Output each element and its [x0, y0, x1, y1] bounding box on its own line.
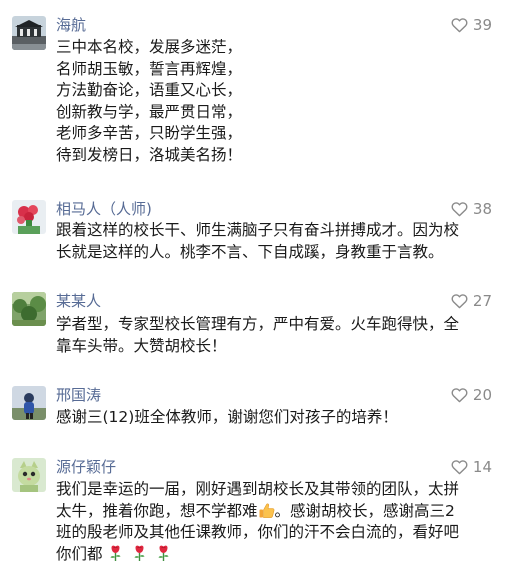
comment-text: 跟着这样的校长干、师生满脑子只有奋斗拼搏成才。因为校 长就是这样的人。桃李不言、… [56, 220, 490, 263]
rose-emoji [158, 545, 169, 561]
heart-outline-icon [451, 387, 468, 402]
like-count: 27 [472, 292, 492, 310]
like-button[interactable]: 38 [451, 200, 492, 218]
comment-item: 源仔颖仔 14 我们是幸运的一届，刚好遇到胡校长及其带领的团队，太拼 太牛，推着… [0, 448, 512, 578]
like-count: 20 [472, 386, 492, 404]
comment-line: 跟着这样的校长干、师生满脑子只有奋斗拼搏成才。因为校 [56, 221, 460, 239]
comment-line: 方法勤奋论，语重又心长， [56, 81, 243, 100]
comment-line: 创新教与学，最严贯日常， [56, 102, 243, 121]
heart-outline-icon [451, 459, 468, 474]
like-count: 14 [472, 458, 492, 476]
like-button[interactable]: 39 [451, 16, 492, 34]
comment-author[interactable]: 源仔颖仔 [56, 458, 116, 476]
comment-line: 老师多辛苦，只盼学生强， [56, 124, 243, 143]
comment-line: 你们都 [56, 544, 490, 566]
comment-text: 学者型，专家型校长管理有方，严中有爱。火车跑得快，全 靠车头带。大赞胡校长！ [56, 314, 490, 357]
comment-segment: 。感谢胡校长，感谢高三2 [274, 501, 455, 520]
comment-line: 靠车头带。大赞胡校长！ [56, 336, 227, 355]
comment-author[interactable]: 海航 [56, 16, 86, 34]
heart-outline-icon [451, 201, 468, 216]
comment-author[interactable]: 相马人（人师) [56, 200, 152, 218]
comment-line: 长就是这样的人。桃李不言、下自成蹊，身教重于言教。 [56, 242, 444, 261]
avatar[interactable] [12, 292, 46, 326]
like-count: 38 [472, 200, 492, 218]
avatar[interactable] [12, 386, 46, 420]
rose-emoji [110, 545, 121, 561]
comment-line: 名师胡玉敏，誓言再辉煌， [56, 59, 243, 78]
comment-line: 学者型，专家型校长管理有方，严中有爱。火车跑得快，全 [56, 315, 460, 333]
like-button[interactable]: 27 [451, 292, 492, 310]
comment-item: 某某人 27 学者型，专家型校长管理有方，严中有爱。火车跑得快，全 靠车头带。大… [0, 282, 512, 362]
like-count: 39 [472, 16, 492, 34]
avatar[interactable] [12, 458, 46, 492]
heart-outline-icon [451, 17, 468, 32]
heart-outline-icon [451, 293, 468, 308]
avatar[interactable] [12, 200, 46, 234]
comment-segment: 你们都 [56, 544, 103, 563]
comment-line: 我们是幸运的一届，刚好遇到胡校长及其带领的团队，太拼 [56, 480, 460, 498]
comment-text: 感谢三(12)班全体教师，谢谢您们对孩子的培养！ [56, 407, 490, 429]
comment-line: 班的殷老师及其他任课教师，你们的汗不会白流的，看好吧 [56, 523, 460, 542]
avatar[interactable] [12, 16, 46, 50]
comment-author[interactable]: 邢国涛 [56, 386, 101, 404]
comment-line: 待到发榜日，洛城美名扬！ [56, 145, 243, 164]
comment-item: 海航 39 三中本名校，发展多迷茫， 名师胡玉敏，誓言再辉煌， 方法勤奋论，语重… [0, 0, 512, 180]
comment-text: 我们是幸运的一届，刚好遇到胡校长及其带领的团队，太拼 太牛，推着你跑，想不学都难… [56, 479, 490, 565]
thumbs-up-emoji [259, 503, 274, 518]
rose-emoji [134, 545, 145, 561]
comment-item: 邢国涛 20 感谢三(12)班全体教师，谢谢您们对孩子的培养！ [0, 376, 512, 436]
comment-text: 三中本名校，发展多迷茫， 名师胡玉敏，誓言再辉煌， 方法勤奋论，语重又心长， 创… [56, 37, 490, 167]
comment-line: 感谢三(12)班全体教师，谢谢您们对孩子的培养！ [56, 408, 398, 426]
like-button[interactable]: 14 [451, 458, 492, 476]
comment-line: 太牛，推着你跑，想不学都难 。感谢胡校长，感谢高三2 [56, 501, 490, 523]
comment-item: 相马人（人师) 38 跟着这样的校长干、师生满脑子只有奋斗拼搏成才。因为校 长就… [0, 190, 512, 270]
comment-author[interactable]: 某某人 [56, 292, 101, 310]
comment-segment: 太牛，推着你跑，想不学都难 [56, 501, 258, 520]
comment-line: 三中本名校，发展多迷茫， [56, 38, 243, 56]
like-button[interactable]: 20 [451, 386, 492, 404]
